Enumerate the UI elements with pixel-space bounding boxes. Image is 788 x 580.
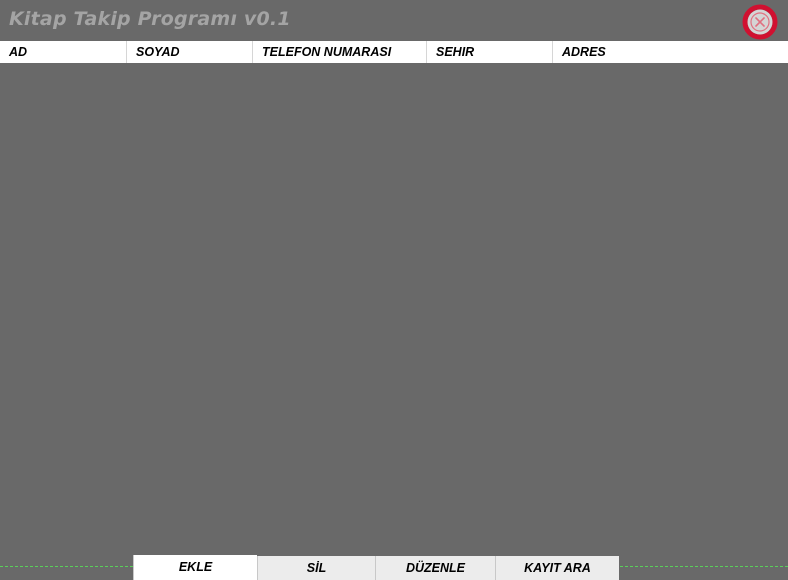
divider-line-left [0, 566, 133, 567]
data-grid-body[interactable] [0, 63, 788, 555]
column-header-telefon[interactable]: TELEFON NUMARASI [252, 41, 426, 63]
close-button[interactable] [742, 4, 778, 40]
column-header-sehir[interactable]: SEHIR [426, 41, 552, 63]
app-title: Kitap Takip Programı v0.1 [9, 8, 291, 30]
column-header-ad[interactable]: AD [0, 41, 126, 63]
divider-line-right [620, 566, 788, 567]
tab-ekle[interactable]: EKLE [133, 555, 257, 580]
column-header-soyad[interactable]: SOYAD [126, 41, 252, 63]
close-icon [742, 4, 778, 40]
tab-kayit-ara[interactable]: KAYIT ARA [495, 556, 619, 580]
data-grid-header: AD SOYAD TELEFON NUMARASI SEHIR ADRES [0, 41, 788, 63]
column-header-adres[interactable]: ADRES [552, 41, 788, 63]
tab-sil[interactable]: SİL [257, 556, 375, 580]
tab-duzenle[interactable]: DÜZENLE [375, 556, 495, 580]
